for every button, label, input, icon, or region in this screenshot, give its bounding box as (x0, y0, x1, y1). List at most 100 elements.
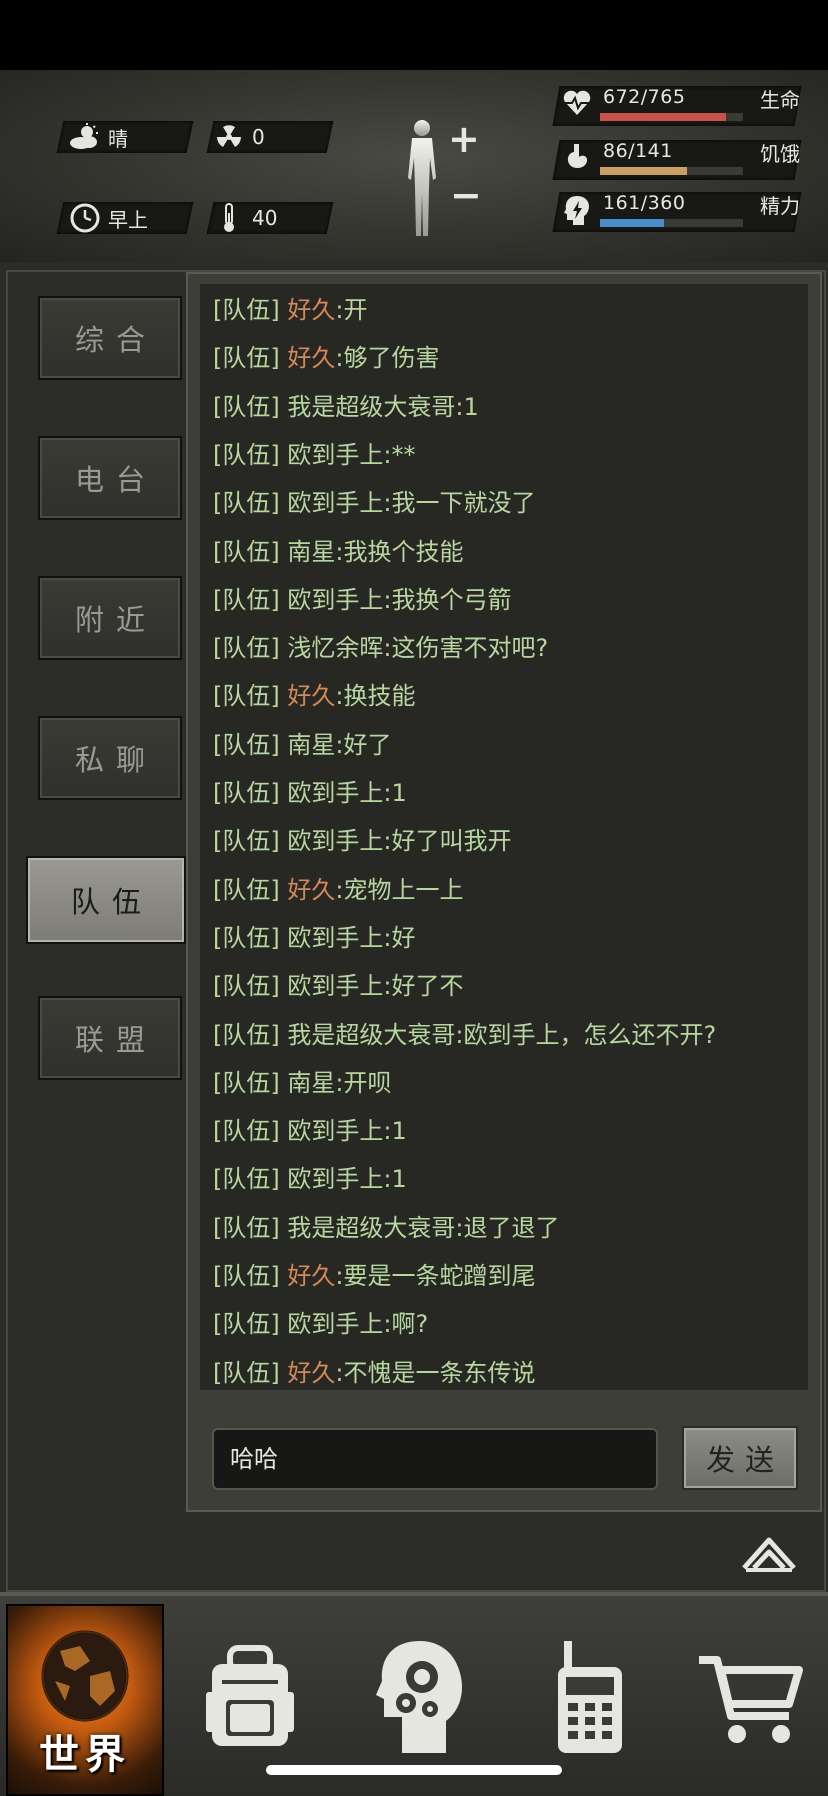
chat-sender-name[interactable]: 浅忆余晖 (287, 634, 383, 662)
chat-message-text: 要是一条蛇蹭到尾 (343, 1262, 536, 1290)
tab-radio[interactable]: 电台 (38, 436, 182, 520)
chevron-up-icon (742, 1537, 796, 1572)
nav-shop[interactable] (680, 1612, 820, 1782)
nav-radio[interactable] (520, 1612, 660, 1782)
chat-channel-tag: [队伍] (213, 1358, 288, 1387)
chat-sender-name[interactable]: 好久 (287, 1262, 335, 1290)
skills-head-icon (376, 1641, 462, 1753)
chat-message: [队伍] 欧到手上:好了叫我开 (213, 821, 511, 861)
chat-message-text: 1 (391, 779, 407, 807)
tab-private[interactable]: 私聊 (38, 716, 182, 800)
chat-message: [队伍] 欧到手上:1 (213, 1111, 407, 1151)
chat-message-text: 好了叫我开 (391, 827, 512, 856)
hunger-value: 86/141 (603, 140, 673, 162)
backpack-icon (206, 1645, 294, 1746)
chat-sender-name[interactable]: 欧到手上 (287, 586, 383, 614)
health-bar (600, 113, 743, 121)
chat-channel-tag: [队伍] (213, 779, 288, 807)
chat-sender-name[interactable]: 欧到手上 (287, 1117, 383, 1145)
clock-icon (68, 203, 102, 233)
heart-icon (562, 88, 592, 120)
chat-input[interactable]: 哈哈 (212, 1428, 658, 1490)
chat-message: [队伍] 我是超级大衰哥:退了退了 (213, 1208, 559, 1248)
chat-message-text: 1 (391, 1117, 407, 1146)
send-button[interactable]: 发送 (682, 1426, 798, 1490)
chat-sender-name[interactable]: 欧到手上 (287, 1165, 383, 1193)
chat-message: [队伍] 好久:不愧是一条东传说 (213, 1353, 535, 1390)
chat-message: [队伍] 南星:我换个技能 (213, 532, 463, 572)
chat-sender-name[interactable]: 好久 (287, 296, 335, 324)
temperature-value: 40 (252, 206, 278, 230)
tab-team[interactable]: 队伍 (26, 856, 186, 944)
chat-message: [队伍] 欧到手上:啊? (213, 1304, 428, 1344)
temperature-chip: 40 (212, 202, 277, 234)
chat-message-text: ** (391, 440, 416, 469)
chat-channel-tag: [队伍] (213, 392, 288, 421)
chat-channel-tag: [队伍] (213, 827, 288, 856)
chat-sender-name[interactable]: 好久 (287, 344, 335, 372)
thermometer-icon (212, 203, 246, 233)
chat-channel-tag: [队伍] (213, 585, 288, 614)
chat-sender-name[interactable]: 我是超级大衰哥 (287, 1021, 455, 1049)
chat-sender-name[interactable]: 我是超级大衰哥 (287, 1214, 455, 1242)
health-stat: 672/765 生命 (560, 84, 810, 128)
nav-world[interactable]: 世界 (6, 1604, 164, 1796)
tab-general[interactable]: 综合 (38, 296, 182, 380)
system-status-bar (0, 0, 828, 70)
chat-message: [队伍] 好久:开 (213, 290, 367, 330)
chat-message-text: 宠物上一上 (343, 875, 464, 904)
tab-alliance[interactable]: 联盟 (38, 996, 182, 1080)
chat-message: [队伍] 好久:要是一条蛇蹭到尾 (213, 1256, 535, 1296)
time-chip: 早上 (68, 202, 148, 234)
energy-bar (600, 219, 743, 227)
collapse-button[interactable] (740, 1530, 798, 1574)
chat-channel-tag: [队伍] (213, 972, 288, 1001)
nav-skills[interactable] (350, 1612, 490, 1782)
tab-nearby[interactable]: 附近 (38, 576, 182, 660)
chat-sender-name[interactable]: 欧到手上 (287, 924, 383, 952)
hunger-stat: 86/141 饥饿 (560, 138, 810, 182)
chat-message: [队伍] 欧到手上:1 (213, 1159, 407, 1199)
chat-message-text: 开 (343, 296, 368, 324)
chat-sender-name[interactable]: 南星 (287, 538, 335, 566)
chat-message: [队伍] 我是超级大衰哥:1 (213, 387, 479, 427)
weather-sunny-icon (68, 122, 102, 152)
chat-log[interactable]: [队伍] 好久:开 [队伍] 好久:够了伤害 [队伍] 我是超级大衰哥:1 [队伍] … (200, 284, 808, 1390)
game-screen: 晴 0 早上 40 + − 672/765 生命 86/141 饥饿 161/3… (0, 0, 828, 1796)
nav-backpack[interactable] (180, 1612, 320, 1782)
health-label: 生命 (760, 88, 800, 112)
chat-message-text: 换技能 (343, 682, 416, 711)
chat-channel-tag: [队伍] (213, 923, 288, 952)
chat-message: [队伍] 欧到手上:** (213, 435, 415, 475)
chat-sender-name[interactable]: 好久 (287, 876, 335, 904)
chat-sender-name[interactable]: 欧到手上 (287, 1310, 383, 1338)
weather-value: 晴 (108, 126, 128, 151)
globe-icon (41, 1630, 129, 1722)
chat-sender-name[interactable]: 欧到手上 (287, 972, 383, 1000)
chat-message-text: 够了伤害 (343, 344, 440, 373)
radio-icon (558, 1641, 622, 1753)
chat-sender-name[interactable]: 欧到手上 (287, 827, 383, 855)
hunger-label: 饥饿 (760, 142, 800, 166)
chat-sender-name[interactable]: 南星 (287, 1069, 335, 1097)
chat-channel-tag: [队伍] (213, 344, 288, 373)
chat-sender-name[interactable]: 好久 (287, 682, 335, 710)
chat-message: [队伍] 欧到手上:我换个弓箭 (213, 580, 511, 620)
chat-sender-name[interactable]: 欧到手上 (287, 441, 383, 469)
chat-message-text: 不愧是一条东传说 (343, 1358, 536, 1387)
chat-sender-name[interactable]: 欧到手上 (287, 489, 383, 517)
chat-sender-name[interactable]: 南星 (287, 731, 335, 759)
chat-channel-tag: [队伍] (213, 1213, 288, 1242)
chat-channel-tag: [队伍] (213, 730, 288, 759)
chat-message-text: 好了 (343, 730, 392, 759)
chat-channel-tag: [队伍] (213, 296, 288, 324)
chat-message-text: 啊? (391, 1310, 429, 1339)
chat-message: [队伍] 好久:换技能 (213, 676, 415, 716)
body-status-button[interactable]: + − (400, 117, 482, 244)
nav-world-label: 世界 (39, 1732, 131, 1778)
health-value: 672/765 (603, 86, 686, 108)
home-indicator[interactable] (266, 1765, 562, 1775)
chat-sender-name[interactable]: 欧到手上 (287, 779, 383, 807)
chat-sender-name[interactable]: 我是超级大衰哥 (287, 393, 455, 421)
chat-sender-name[interactable]: 好久 (287, 1359, 335, 1387)
